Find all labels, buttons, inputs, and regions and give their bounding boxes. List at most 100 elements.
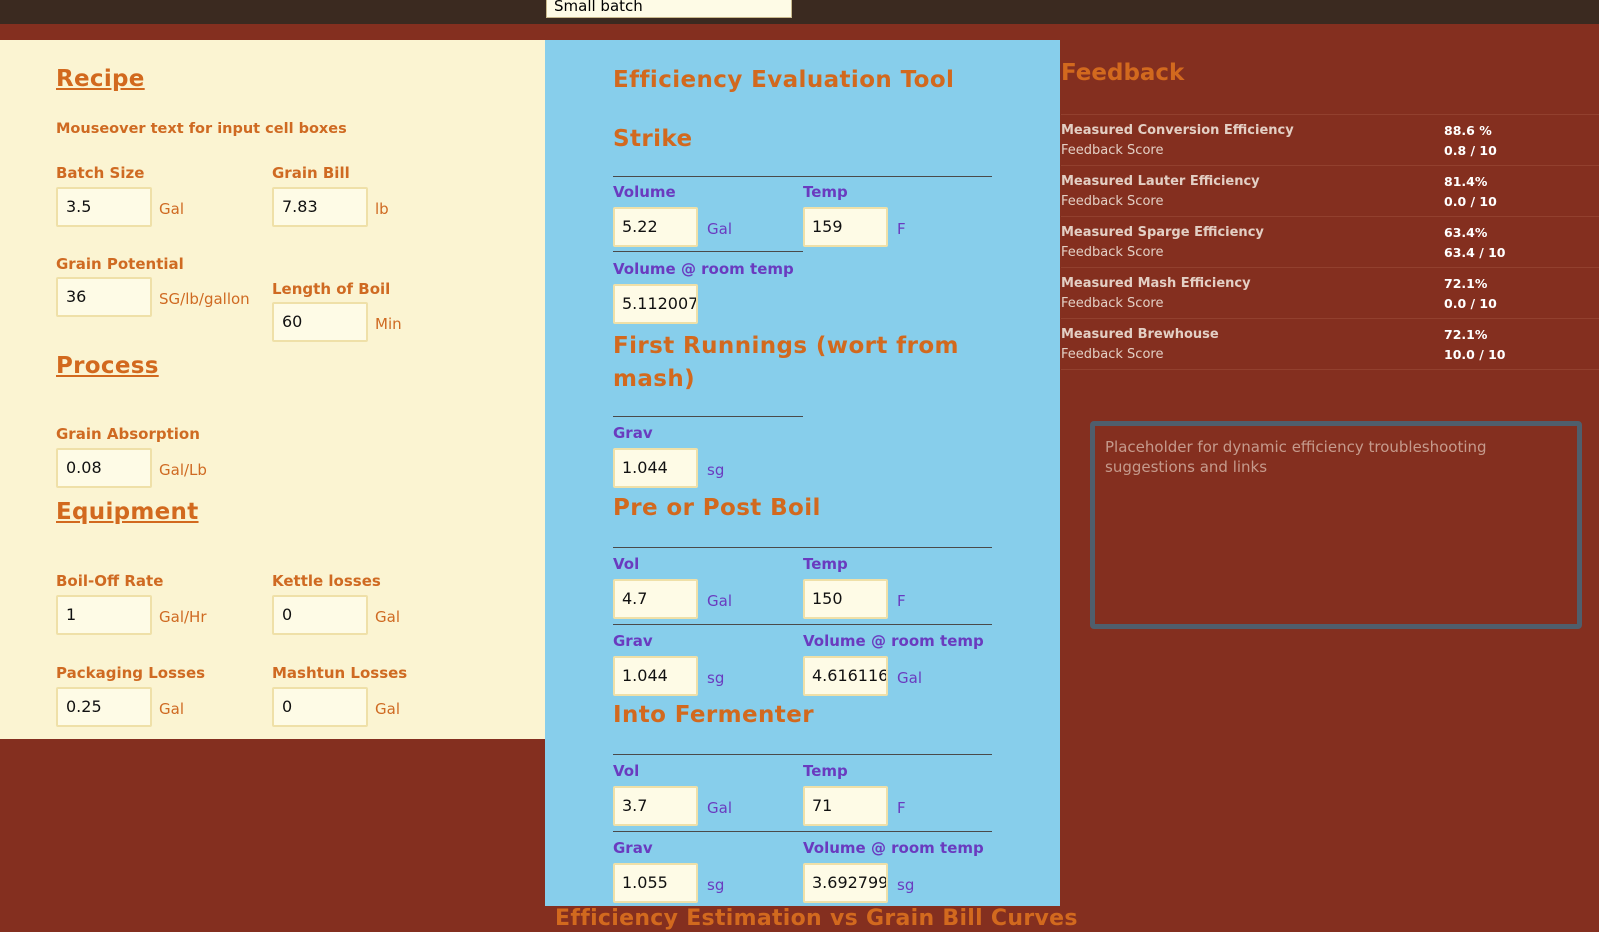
packaging-losses-unit: Gal [159, 700, 184, 718]
mouseover-note: Mouseover text for input cell boxes [56, 121, 347, 137]
boil-off-rate-input[interactable]: 1 [56, 595, 152, 635]
strike-heading: Strike [613, 126, 693, 152]
curves-heading: Efficiency Estimation vs Grain Bill Curv… [555, 906, 1078, 931]
feedback-metric-value: 63.4% [1444, 225, 1488, 240]
packaging-losses-input[interactable]: 0.25 [56, 687, 152, 727]
strike-volume-label: Volume [613, 183, 676, 201]
mashtun-losses-label: Mashtun Losses [272, 664, 408, 682]
feedback-row-conversion: Measured Conversion Efficiency Feedback … [1061, 114, 1599, 165]
boil-grav-unit: sg [707, 669, 725, 687]
batch-size-unit: Gal [159, 200, 184, 218]
feedback-score-label: Feedback Score [1061, 143, 1164, 158]
feedback-score-value: 0.8 / 10 [1444, 143, 1497, 158]
fermenter-grav-unit: sg [707, 876, 725, 894]
feedback-title: Feedback [1061, 60, 1185, 86]
feedback-metric-value: 72.1% [1444, 327, 1488, 342]
kettle-losses-label: Kettle losses [272, 572, 381, 590]
preset-select[interactable]: Small batch [546, 0, 792, 18]
fermenter-room-volume-unit: sg [897, 876, 915, 894]
feedback-score-value: 10.0 / 10 [1444, 347, 1506, 362]
fermenter-heading: Into Fermenter [613, 702, 814, 728]
strike-room-volume-label: Volume @ room temp [613, 260, 794, 278]
grain-potential-input[interactable]: 36 [56, 277, 152, 317]
feedback-metric-name: Measured Sparge Efficiency [1061, 225, 1264, 240]
suggestions-textarea[interactable]: Placeholder for dynamic efficiency troub… [1090, 421, 1582, 629]
feedback-score-label: Feedback Score [1061, 194, 1164, 209]
grain-absorption-unit: Gal/Lb [159, 461, 207, 479]
feedback-score-value: 0.0 / 10 [1444, 194, 1497, 209]
feedback-metric-value: 72.1% [1444, 276, 1488, 291]
tool-title: Efficiency Evaluation Tool [613, 67, 955, 93]
strike-temp-unit: F [897, 220, 906, 238]
boil-grav-input[interactable]: 1.044 [613, 656, 698, 696]
feedback-row-lauter: Measured Lauter Efficiency Feedback Scor… [1061, 165, 1599, 216]
inputs-panel: Recipe Mouseover text for input cell box… [0, 40, 545, 739]
boil-temp-input[interactable]: 150 [803, 579, 888, 619]
grain-bill-label: Grain Bill [272, 164, 350, 182]
feedback-metric-name: Measured Conversion Efficiency [1061, 123, 1294, 138]
boil-room-volume-unit: Gal [897, 669, 922, 687]
mashtun-losses-unit: Gal [375, 700, 400, 718]
feedback-score-value: 0.0 / 10 [1444, 296, 1497, 311]
mashtun-losses-input[interactable]: 0 [272, 687, 368, 727]
fermenter-divider [613, 754, 992, 755]
first-runnings-grav-unit: sg [707, 461, 725, 479]
fermenter-grav-input[interactable]: 1.055 [613, 863, 698, 903]
fermenter-vol-input[interactable]: 3.7 [613, 786, 698, 826]
feedback-score-value: 63.4 / 10 [1444, 245, 1506, 260]
boil-temp-unit: F [897, 592, 906, 610]
strike-room-volume-output: 5.112007 [613, 284, 698, 324]
first-runnings-grav-label: Grav [613, 424, 653, 442]
fermenter-vol-label: Vol [613, 762, 640, 780]
fermenter-vol-unit: Gal [707, 799, 732, 817]
batch-size-input[interactable]: 3.5 [56, 187, 152, 227]
fermenter-temp-input[interactable]: 71 [803, 786, 888, 826]
boil-off-rate-unit: Gal/Hr [159, 608, 207, 626]
grain-absorption-input[interactable]: 0.08 [56, 448, 152, 488]
feedback-score-label: Feedback Score [1061, 296, 1164, 311]
boil-length-unit: Min [375, 315, 402, 333]
grain-bill-unit: lb [375, 200, 389, 218]
boil-length-label: Length of Boil [272, 280, 391, 298]
fermenter-room-volume-output: 3.692799 [803, 863, 888, 903]
boil-length-input[interactable]: 60 [272, 302, 368, 342]
grain-potential-unit: SG/lb/gallon [159, 290, 250, 308]
first-runnings-heading: First Runnings (wort from mash) [613, 333, 959, 392]
batch-size-label: Batch Size [56, 164, 145, 182]
boil-grav-divider [613, 624, 992, 625]
feedback-metric-value: 88.6 % [1444, 123, 1492, 138]
grain-potential-label: Grain Potential [56, 255, 184, 273]
boil-room-volume-output: 4.616116 [803, 656, 888, 696]
boil-grav-label: Grav [613, 632, 653, 650]
fermenter-room-volume-label: Volume @ room temp [803, 839, 984, 857]
recipe-heading: Recipe [56, 66, 145, 92]
grain-bill-input[interactable]: 7.83 [272, 187, 368, 227]
top-bar [0, 0, 1599, 24]
boil-vol-input[interactable]: 4.7 [613, 579, 698, 619]
fermenter-grav-label: Grav [613, 839, 653, 857]
boil-divider [613, 547, 992, 548]
strike-temp-input[interactable]: 159 [803, 207, 888, 247]
feedback-metric-name: Measured Brewhouse [1061, 327, 1219, 342]
kettle-losses-unit: Gal [375, 608, 400, 626]
feedback-metric-name: Measured Lauter Efficiency [1061, 174, 1260, 189]
strike-volume-input[interactable]: 5.22 [613, 207, 698, 247]
kettle-losses-input[interactable]: 0 [272, 595, 368, 635]
fermenter-temp-label: Temp [803, 762, 848, 780]
process-heading: Process [56, 353, 159, 379]
fermenter-grav-divider [613, 831, 992, 832]
packaging-losses-label: Packaging Losses [56, 664, 206, 682]
grain-absorption-label: Grain Absorption [56, 425, 200, 443]
feedback-row-brewhouse: Measured Brewhouse Feedback Score 72.1% … [1061, 318, 1599, 370]
first-runnings-grav-input[interactable]: 1.044 [613, 448, 698, 488]
strike-temp-label: Temp [803, 183, 848, 201]
boil-vol-unit: Gal [707, 592, 732, 610]
evaluation-panel: Efficiency Evaluation Tool Strike Volume… [545, 40, 1060, 906]
first-runnings-divider [613, 416, 803, 417]
strike-divider [613, 176, 992, 177]
feedback-score-label: Feedback Score [1061, 347, 1164, 362]
feedback-metric-value: 81.4% [1444, 174, 1488, 189]
strike-room-divider [613, 251, 803, 252]
boil-heading: Pre or Post Boil [613, 495, 821, 521]
feedback-score-label: Feedback Score [1061, 245, 1164, 260]
